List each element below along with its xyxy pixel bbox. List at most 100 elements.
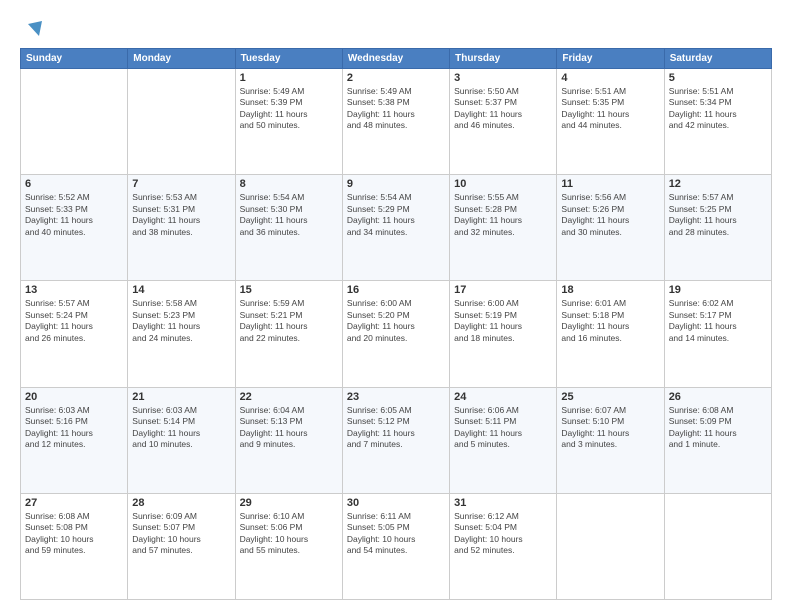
- day-detail: Sunrise: 5:57 AMSunset: 5:24 PMDaylight:…: [25, 298, 123, 344]
- day-number: 15: [240, 284, 338, 296]
- day-detail: Sunrise: 6:00 AMSunset: 5:19 PMDaylight:…: [454, 298, 552, 344]
- day-number: 14: [132, 284, 230, 296]
- calendar-cell: 14 Sunrise: 5:58 AMSunset: 5:23 PMDayligh…: [128, 281, 235, 387]
- calendar-row-5: 27 Sunrise: 6:08 AMSunset: 5:08 PMDayligh…: [21, 493, 772, 599]
- calendar-cell: 5Sunrise: 5:51 AMSunset: 5:34 PMDaylight…: [664, 69, 771, 175]
- day-number: 31: [454, 497, 552, 509]
- day-detail: Sunrise: 6:03 AMSunset: 5:16 PMDaylight:…: [25, 405, 123, 451]
- calendar-cell: 10Sunrise: 5:55 AMSunset: 5:28 PMDayligh…: [450, 175, 557, 281]
- day-number: 2: [347, 72, 445, 84]
- day-number: 18: [561, 284, 659, 296]
- calendar-cell: [21, 69, 128, 175]
- day-number: 28: [132, 497, 230, 509]
- weekday-header-wednesday: Wednesday: [342, 49, 449, 69]
- calendar-cell: 17 Sunrise: 6:00 AMSunset: 5:19 PMDayligh…: [450, 281, 557, 387]
- day-detail: Sunrise: 5:52 AMSunset: 5:33 PMDaylight:…: [25, 192, 123, 238]
- weekday-header-monday: Monday: [128, 49, 235, 69]
- day-number: 29: [240, 497, 338, 509]
- calendar-cell: 29 Sunrise: 6:10 AMSunset: 5:06 PMDayligh…: [235, 493, 342, 599]
- logo-icon: [22, 18, 44, 40]
- calendar-cell: 24 Sunrise: 6:06 AMSunset: 5:11 PMDayligh…: [450, 387, 557, 493]
- calendar-cell: 7 Sunrise: 5:53 AMSunset: 5:31 PMDaylight…: [128, 175, 235, 281]
- calendar-cell: 22Sunrise: 6:04 AMSunset: 5:13 PMDayligh…: [235, 387, 342, 493]
- weekday-header-friday: Friday: [557, 49, 664, 69]
- day-number: 11: [561, 178, 659, 190]
- calendar-cell: [557, 493, 664, 599]
- day-detail: Sunrise: 6:09 AMSunset: 5:07 PMDaylight:…: [132, 511, 230, 557]
- day-number: 9: [347, 178, 445, 190]
- day-detail: Sunrise: 6:06 AMSunset: 5:11 PMDaylight:…: [454, 405, 552, 451]
- weekday-header-sunday: Sunday: [21, 49, 128, 69]
- day-detail: Sunrise: 5:56 AMSunset: 5:26 PMDaylight:…: [561, 192, 659, 238]
- day-number: 1: [240, 72, 338, 84]
- calendar-cell: 3Sunrise: 5:50 AMSunset: 5:37 PMDaylight…: [450, 69, 557, 175]
- calendar-cell: 11 Sunrise: 5:56 AMSunset: 5:26 PMDayligh…: [557, 175, 664, 281]
- calendar-cell: 30Sunrise: 6:11 AMSunset: 5:05 PMDayligh…: [342, 493, 449, 599]
- day-detail: Sunrise: 6:10 AMSunset: 5:06 PMDaylight:…: [240, 511, 338, 557]
- day-detail: Sunrise: 5:51 AMSunset: 5:35 PMDaylight:…: [561, 86, 659, 132]
- weekday-header-tuesday: Tuesday: [235, 49, 342, 69]
- day-detail: Sunrise: 5:49 AMSunset: 5:39 PMDaylight:…: [240, 86, 338, 132]
- calendar-cell: 13Sunrise: 5:57 AMSunset: 5:24 PMDayligh…: [21, 281, 128, 387]
- calendar-cell: 8 Sunrise: 5:54 AMSunset: 5:30 PMDaylight…: [235, 175, 342, 281]
- day-number: 17: [454, 284, 552, 296]
- day-detail: Sunrise: 6:05 AMSunset: 5:12 PMDaylight:…: [347, 405, 445, 451]
- calendar-cell: 21Sunrise: 6:03 AMSunset: 5:14 PMDayligh…: [128, 387, 235, 493]
- calendar-cell: 15 Sunrise: 5:59 AMSunset: 5:21 PMDayligh…: [235, 281, 342, 387]
- day-number: 25: [561, 391, 659, 403]
- calendar-cell: 26Sunrise: 6:08 AMSunset: 5:09 PMDayligh…: [664, 387, 771, 493]
- day-detail: Sunrise: 6:08 AMSunset: 5:09 PMDaylight:…: [669, 405, 767, 451]
- calendar-cell: 12 Sunrise: 5:57 AMSunset: 5:25 PMDayligh…: [664, 175, 771, 281]
- day-detail: Sunrise: 6:01 AMSunset: 5:18 PMDaylight:…: [561, 298, 659, 344]
- calendar-cell: 28 Sunrise: 6:09 AMSunset: 5:07 PMDayligh…: [128, 493, 235, 599]
- day-number: 16: [347, 284, 445, 296]
- day-detail: Sunrise: 5:54 AMSunset: 5:30 PMDaylight:…: [240, 192, 338, 238]
- day-number: 6: [25, 178, 123, 190]
- day-number: 7: [132, 178, 230, 190]
- day-number: 3: [454, 72, 552, 84]
- day-detail: Sunrise: 5:58 AMSunset: 5:23 PMDaylight:…: [132, 298, 230, 344]
- day-detail: Sunrise: 5:53 AMSunset: 5:31 PMDaylight:…: [132, 192, 230, 238]
- day-number: 8: [240, 178, 338, 190]
- day-detail: Sunrise: 5:55 AMSunset: 5:28 PMDaylight:…: [454, 192, 552, 238]
- day-number: 27: [25, 497, 123, 509]
- day-detail: Sunrise: 5:57 AMSunset: 5:25 PMDaylight:…: [669, 192, 767, 238]
- day-detail: Sunrise: 6:12 AMSunset: 5:04 PMDaylight:…: [454, 511, 552, 557]
- day-number: 23: [347, 391, 445, 403]
- day-detail: Sunrise: 6:00 AMSunset: 5:20 PMDaylight:…: [347, 298, 445, 344]
- logo: [20, 18, 44, 40]
- calendar-row-1: 1 Sunrise: 5:49 AMSunset: 5:39 PMDaylight…: [21, 69, 772, 175]
- weekday-header-row: SundayMondayTuesdayWednesdayThursdayFrid…: [21, 49, 772, 69]
- calendar-cell: 6 Sunrise: 5:52 AMSunset: 5:33 PMDaylight…: [21, 175, 128, 281]
- day-number: 21: [132, 391, 230, 403]
- day-detail: Sunrise: 5:49 AMSunset: 5:38 PMDaylight:…: [347, 86, 445, 132]
- calendar-row-4: 20 Sunrise: 6:03 AMSunset: 5:16 PMDayligh…: [21, 387, 772, 493]
- day-number: 24: [454, 391, 552, 403]
- header: [20, 18, 772, 40]
- calendar-table: SundayMondayTuesdayWednesdayThursdayFrid…: [20, 48, 772, 600]
- day-number: 12: [669, 178, 767, 190]
- calendar-row-3: 13Sunrise: 5:57 AMSunset: 5:24 PMDayligh…: [21, 281, 772, 387]
- calendar-cell: 2 Sunrise: 5:49 AMSunset: 5:38 PMDaylight…: [342, 69, 449, 175]
- day-detail: Sunrise: 5:51 AMSunset: 5:34 PMDaylight:…: [669, 86, 767, 132]
- weekday-header-saturday: Saturday: [664, 49, 771, 69]
- calendar-row-2: 6 Sunrise: 5:52 AMSunset: 5:33 PMDaylight…: [21, 175, 772, 281]
- calendar-cell: 4Sunrise: 5:51 AMSunset: 5:35 PMDaylight…: [557, 69, 664, 175]
- day-detail: Sunrise: 5:59 AMSunset: 5:21 PMDaylight:…: [240, 298, 338, 344]
- day-number: 22: [240, 391, 338, 403]
- day-number: 20: [25, 391, 123, 403]
- calendar-cell: 31 Sunrise: 6:12 AMSunset: 5:04 PMDayligh…: [450, 493, 557, 599]
- calendar-cell: 23 Sunrise: 6:05 AMSunset: 5:12 PMDayligh…: [342, 387, 449, 493]
- day-detail: Sunrise: 6:08 AMSunset: 5:08 PMDaylight:…: [25, 511, 123, 557]
- day-number: 19: [669, 284, 767, 296]
- calendar-cell: 9Sunrise: 5:54 AMSunset: 5:29 PMDaylight…: [342, 175, 449, 281]
- day-detail: Sunrise: 6:02 AMSunset: 5:17 PMDaylight:…: [669, 298, 767, 344]
- calendar-cell: 27 Sunrise: 6:08 AMSunset: 5:08 PMDayligh…: [21, 493, 128, 599]
- calendar-cell: 1 Sunrise: 5:49 AMSunset: 5:39 PMDaylight…: [235, 69, 342, 175]
- calendar-cell: 19 Sunrise: 6:02 AMSunset: 5:17 PMDayligh…: [664, 281, 771, 387]
- calendar-cell: [128, 69, 235, 175]
- page: SundayMondayTuesdayWednesdayThursdayFrid…: [0, 0, 792, 612]
- weekday-header-thursday: Thursday: [450, 49, 557, 69]
- day-detail: Sunrise: 6:11 AMSunset: 5:05 PMDaylight:…: [347, 511, 445, 557]
- calendar-cell: 20 Sunrise: 6:03 AMSunset: 5:16 PMDayligh…: [21, 387, 128, 493]
